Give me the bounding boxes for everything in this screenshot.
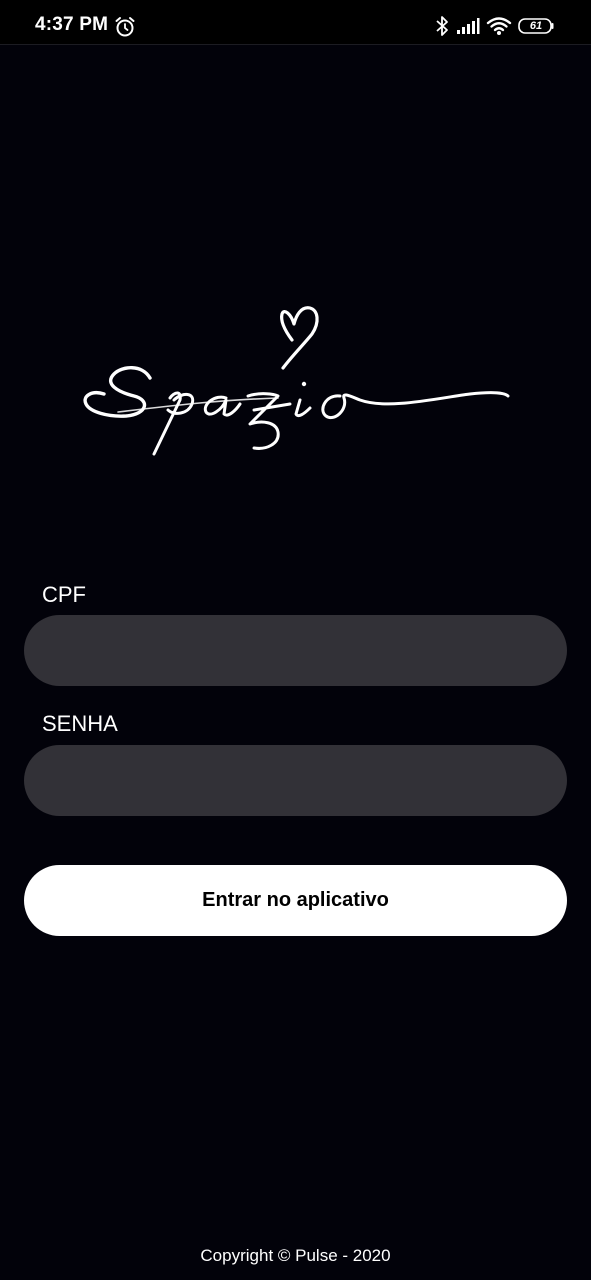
senha-input[interactable] xyxy=(24,745,567,816)
wifi-icon xyxy=(486,17,512,35)
login-button[interactable]: Entrar no aplicativo xyxy=(24,865,567,936)
senha-label: SENHA xyxy=(42,711,118,736)
battery-level: 61 xyxy=(529,20,543,32)
cpf-input[interactable] xyxy=(24,615,567,686)
signal-icon xyxy=(457,18,480,34)
spazio-logo xyxy=(83,306,510,456)
copyright-footer: Copyright © Pulse - 2020 xyxy=(200,1246,391,1265)
cpf-label: CPF xyxy=(42,582,86,607)
login-screen: 4:37 PM 61 CPF SENHA Entrar no aplicativ… xyxy=(0,0,591,1280)
alarm-icon xyxy=(115,17,135,37)
status-time: 4:37 PM xyxy=(35,14,109,35)
status-bar: 4:37 PM 61 xyxy=(0,0,591,45)
bluetooth-icon xyxy=(436,16,448,36)
